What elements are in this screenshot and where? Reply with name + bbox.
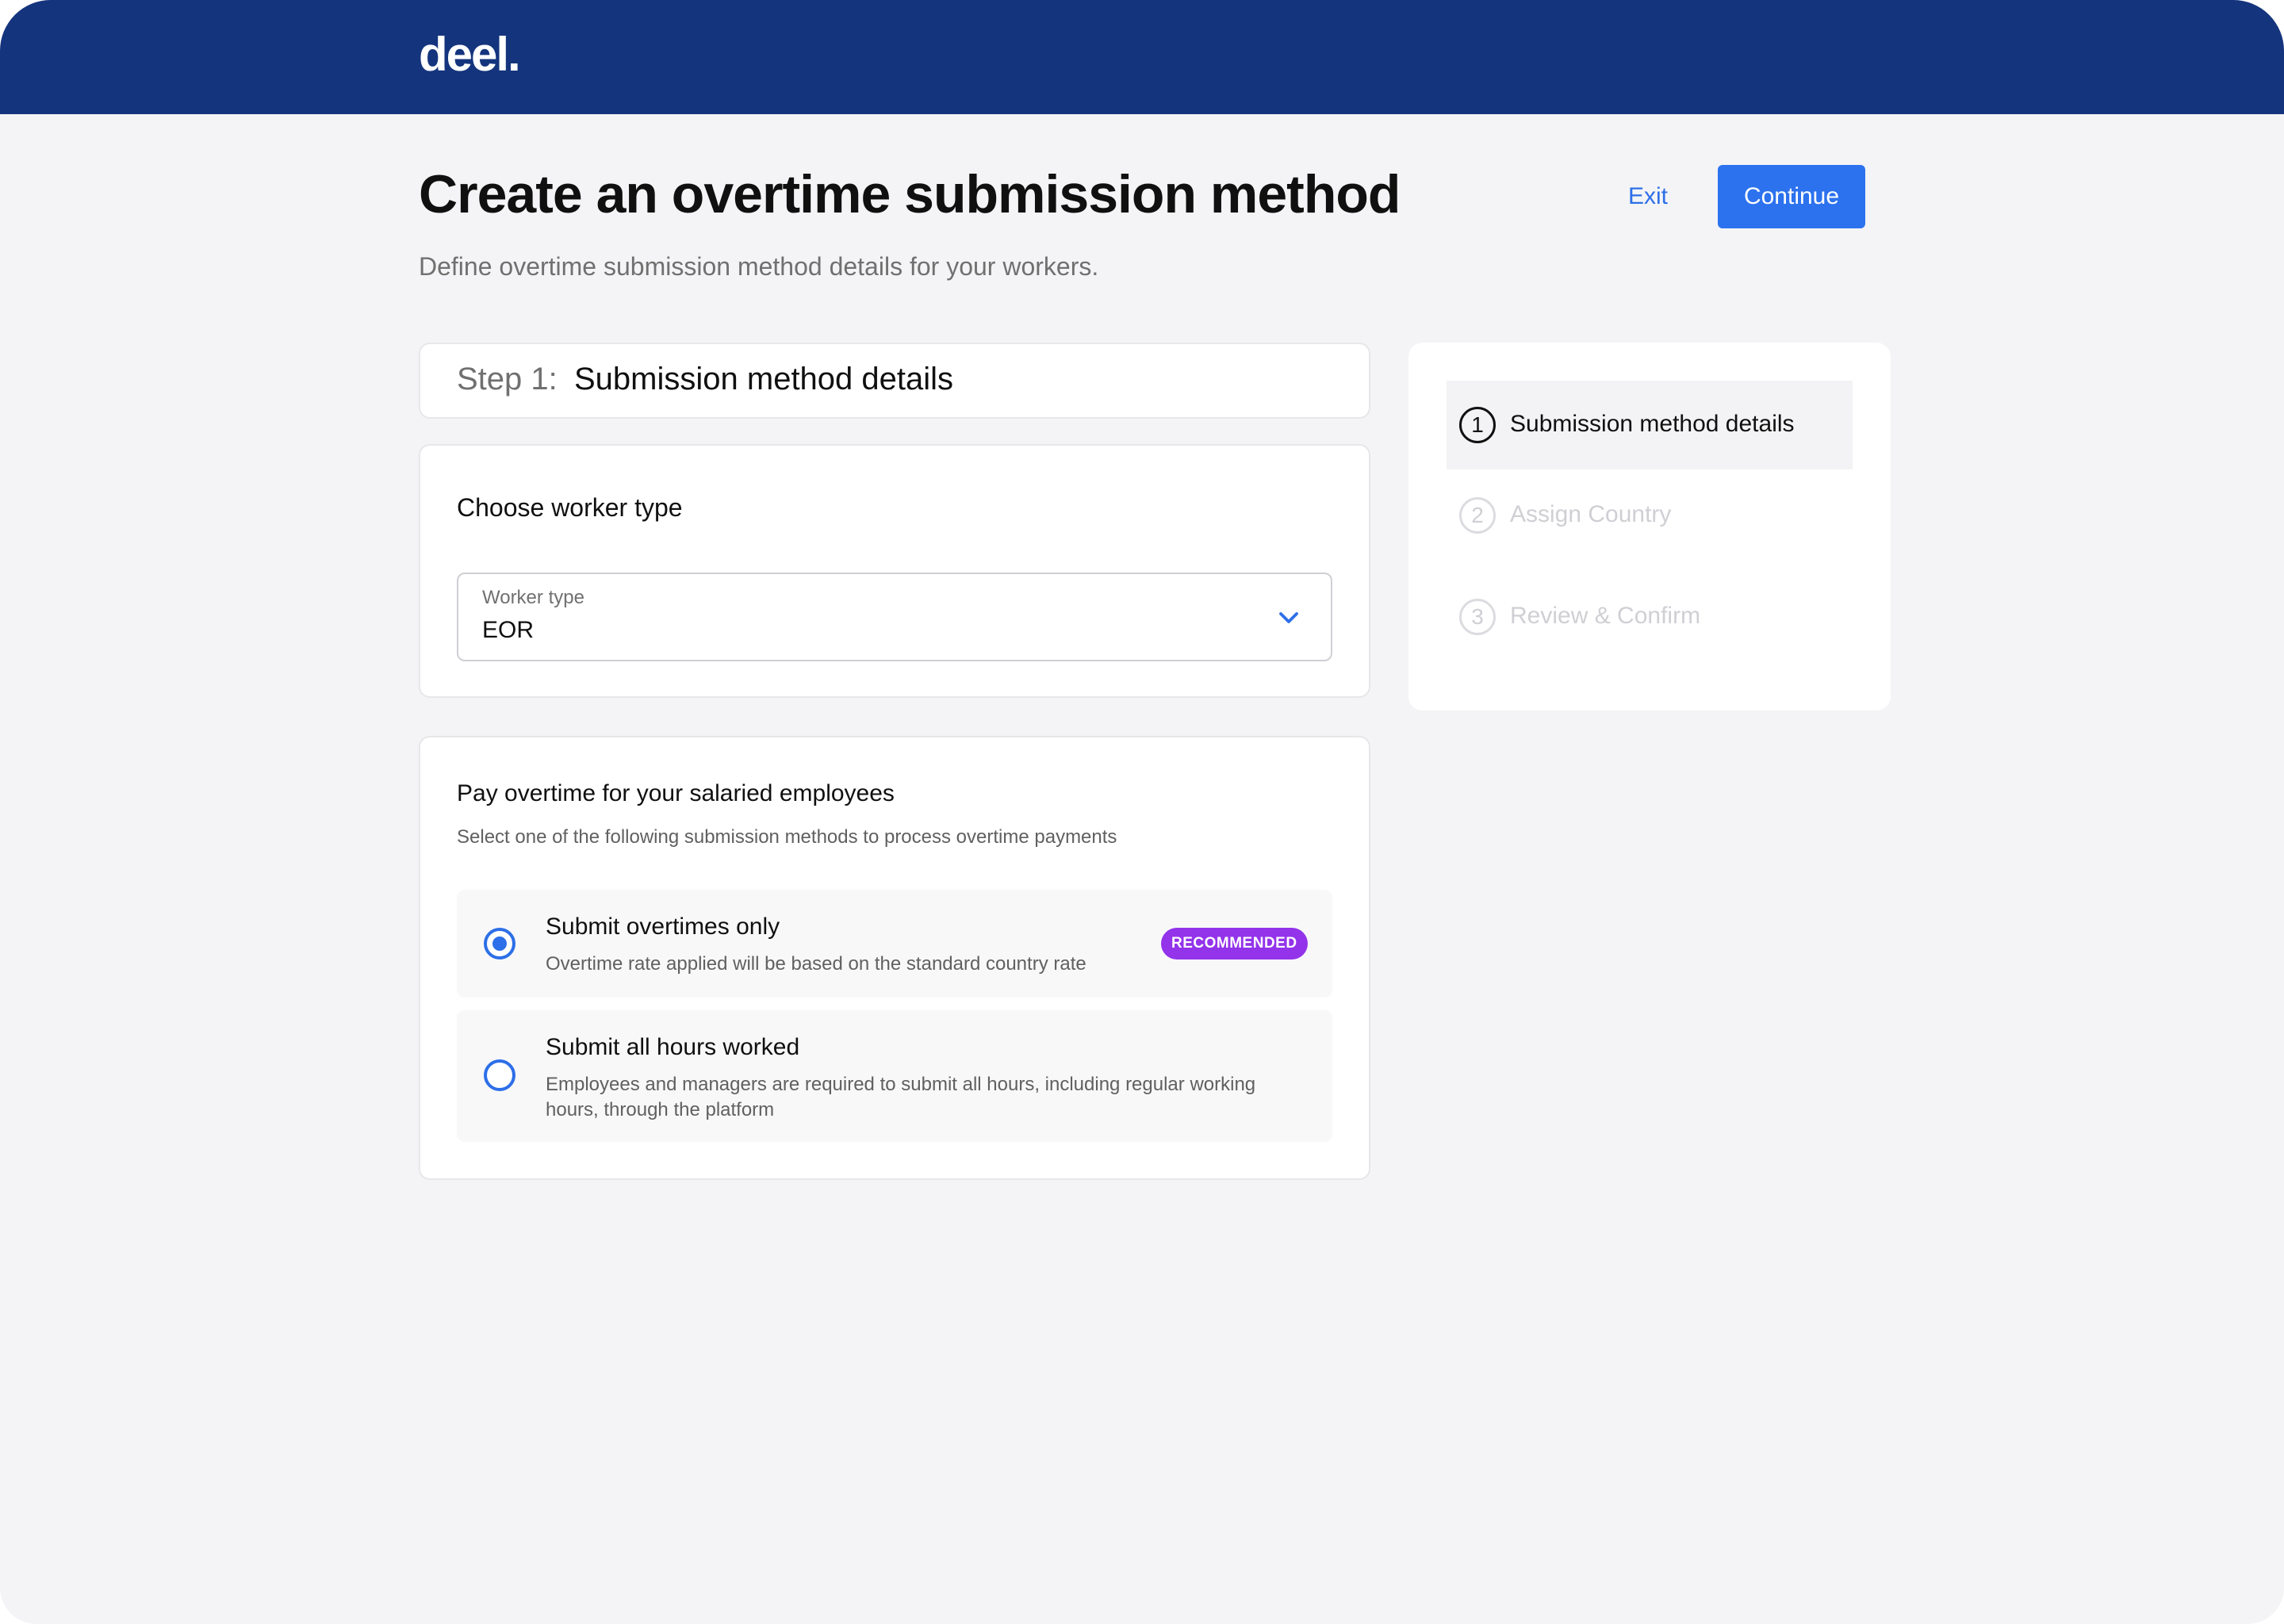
option-submit-all-hours[interactable]: Submit all hours worked Employees and ma…: [457, 1010, 1332, 1142]
app-frame: deel. Create an overtime submission meth…: [0, 0, 2284, 1624]
page-subtitle: Define overtime submission method detail…: [419, 252, 1099, 281]
option-description: Overtime rate applied will be based on t…: [546, 953, 1086, 975]
worker-type-card: Choose worker type Worker type EOR: [419, 444, 1370, 698]
option-title: Submit overtimes only: [546, 914, 780, 940]
worker-type-field-label: Worker type: [482, 587, 584, 608]
stepper-item-label: Review & Confirm: [1510, 603, 1701, 629]
overtime-method-card: Pay overtime for your salaried employees…: [419, 736, 1370, 1180]
stepper-item-label: Submission method details: [1510, 411, 1795, 437]
option-description: Employees and managers are required to s…: [546, 1074, 1256, 1120]
step-prefix: Step 1:: [457, 362, 558, 396]
exit-button[interactable]: Exit: [1602, 165, 1694, 228]
page-title: Create an overtime submission method: [419, 164, 1401, 224]
stepper-item-label: Assign Country: [1510, 501, 1672, 527]
stepper-item-submission-method-details[interactable]: 1 Submission method details: [1447, 381, 1853, 469]
step-number-circle: 3: [1459, 599, 1496, 635]
stepper-item-review-confirm[interactable]: 3 Review & Confirm: [1447, 585, 1853, 649]
worker-type-select[interactable]: Worker type EOR: [457, 573, 1332, 661]
top-navigation-bar: deel.: [0, 0, 2284, 114]
continue-button[interactable]: Continue: [1718, 165, 1865, 228]
deel-logo[interactable]: deel.: [419, 27, 521, 82]
overtime-section-title: Pay overtime for your salaried employees: [457, 780, 895, 806]
step-title: Submission method details: [574, 362, 954, 396]
progress-stepper: 1 Submission method details 2 Assign Cou…: [1408, 343, 1891, 710]
recommended-badge: RECOMMENDED: [1161, 928, 1308, 959]
chevron-down-icon[interactable]: [1277, 606, 1301, 630]
option-title: Submit all hours worked: [546, 1034, 800, 1060]
stepper-item-assign-country[interactable]: 2 Assign Country: [1447, 484, 1853, 547]
option-submit-overtimes-only[interactable]: Submit overtimes only Overtime rate appl…: [457, 890, 1332, 998]
radio-unselected[interactable]: [484, 1059, 515, 1091]
step-number-circle: 1: [1459, 407, 1496, 443]
radio-selected[interactable]: [484, 928, 515, 959]
worker-type-selected-value: EOR: [482, 617, 535, 643]
step-header-card: Step 1: Submission method details: [419, 343, 1370, 419]
worker-type-section-title: Choose worker type: [457, 493, 683, 522]
step-number-circle: 2: [1459, 497, 1496, 534]
overtime-section-description: Select one of the following submission m…: [457, 826, 1117, 848]
radio-dot-icon: [492, 936, 507, 951]
